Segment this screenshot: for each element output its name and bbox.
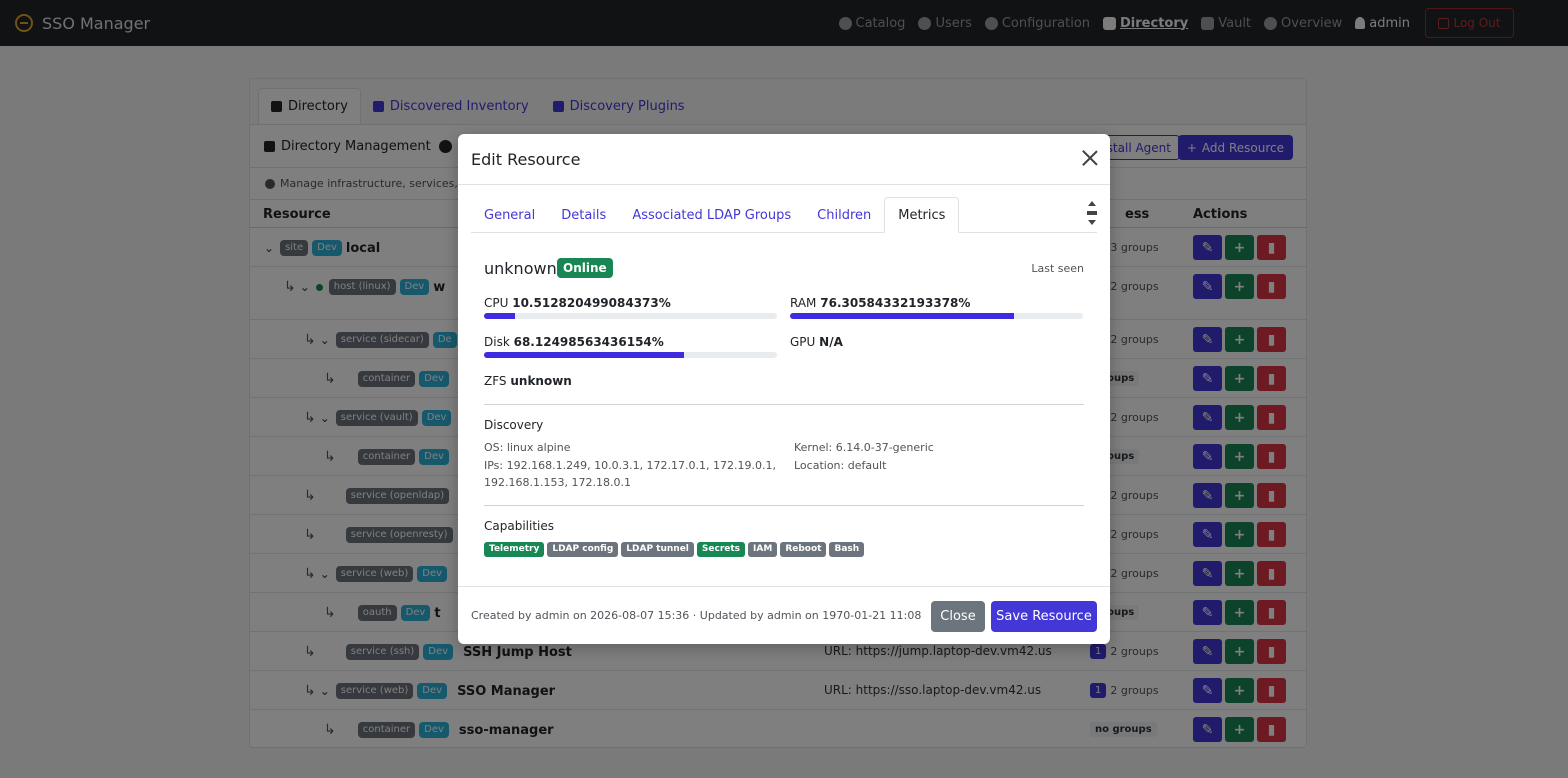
- ram-bar-fill: [790, 313, 1014, 319]
- close-icon[interactable]: [1082, 150, 1098, 166]
- disk-metric: Disk 68.12498563436154%: [484, 335, 664, 349]
- tab-children[interactable]: Children: [804, 197, 884, 233]
- capability-badge: IAM: [748, 542, 778, 557]
- discovery-os: OS: linux alpine: [484, 441, 571, 454]
- tab-general[interactable]: General: [471, 197, 548, 233]
- status-badge: Online: [557, 258, 613, 278]
- ram-value: 76.30584332193378%: [820, 296, 971, 310]
- edit-resource-modal: Edit Resource General Details Associated…: [458, 134, 1110, 644]
- capabilities-title: Capabilities: [484, 519, 554, 533]
- cpu-bar-fill: [484, 313, 515, 319]
- divider: [484, 404, 1084, 405]
- cpu-label: CPU: [484, 296, 509, 310]
- disk-bar-fill: [484, 352, 684, 358]
- modal-tabs: General Details Associated LDAP Groups C…: [471, 197, 1097, 233]
- modal-title: Edit Resource: [471, 149, 581, 169]
- discovery-location: Location: default: [794, 459, 887, 472]
- disk-bar: [484, 352, 777, 358]
- capability-badge: Telemetry: [484, 542, 545, 557]
- save-resource-button[interactable]: Save Resource: [991, 601, 1097, 632]
- audit-text: Created by admin on 2026-08-07 15:36 · U…: [471, 609, 922, 622]
- ram-bar: [790, 313, 1083, 319]
- zfs-metric: ZFS unknown: [484, 374, 572, 388]
- zfs-value: unknown: [510, 374, 572, 388]
- host-name: unknown: [484, 259, 557, 278]
- gpu-label: GPU: [790, 335, 816, 349]
- disk-value: 68.12498563436154%: [513, 335, 664, 349]
- disk-label: Disk: [484, 335, 510, 349]
- discovery-kernel: Kernel: 6.14.0-37-generic: [794, 441, 934, 454]
- divider: [484, 505, 1084, 506]
- discovery-ips-line2: 192.168.1.153, 172.18.0.1: [484, 476, 631, 489]
- cpu-metric: CPU 10.512820499084373%: [484, 296, 671, 310]
- tab-details[interactable]: Details: [548, 197, 619, 233]
- zfs-label: ZFS: [484, 374, 507, 388]
- capability-badge: Secrets: [696, 542, 746, 557]
- modal-footer: Created by admin on 2026-08-07 15:36 · U…: [458, 586, 1110, 644]
- discovery-title: Discovery: [484, 418, 544, 432]
- cpu-value: 10.512820499084373%: [512, 296, 671, 310]
- ram-label: RAM: [790, 296, 817, 310]
- ram-metric: RAM 76.30584332193378%: [790, 296, 970, 310]
- last-seen: Last seen: [1031, 262, 1084, 275]
- capability-badge: LDAP tunnel: [621, 542, 694, 557]
- discovery-ips-line1: IPs: 192.168.1.249, 10.0.3.1, 172.17.0.1…: [484, 459, 777, 472]
- capabilities-list: Telemetry LDAP config LDAP tunnel Secret…: [484, 542, 867, 557]
- gpu-value: N/A: [819, 335, 843, 349]
- tab-metrics[interactable]: Metrics: [884, 197, 960, 233]
- tab-associated-ldap-groups[interactable]: Associated LDAP Groups: [619, 197, 804, 233]
- modal-header: Edit Resource: [458, 134, 1110, 185]
- close-button[interactable]: Close: [931, 601, 985, 632]
- cpu-bar: [484, 313, 777, 319]
- capability-badge: LDAP config: [547, 542, 619, 557]
- capability-badge: Reboot: [780, 542, 827, 557]
- gpu-metric: GPU N/A: [790, 335, 843, 349]
- tab-scroll-icon[interactable]: [1087, 201, 1097, 227]
- capability-badge: Bash: [829, 542, 865, 557]
